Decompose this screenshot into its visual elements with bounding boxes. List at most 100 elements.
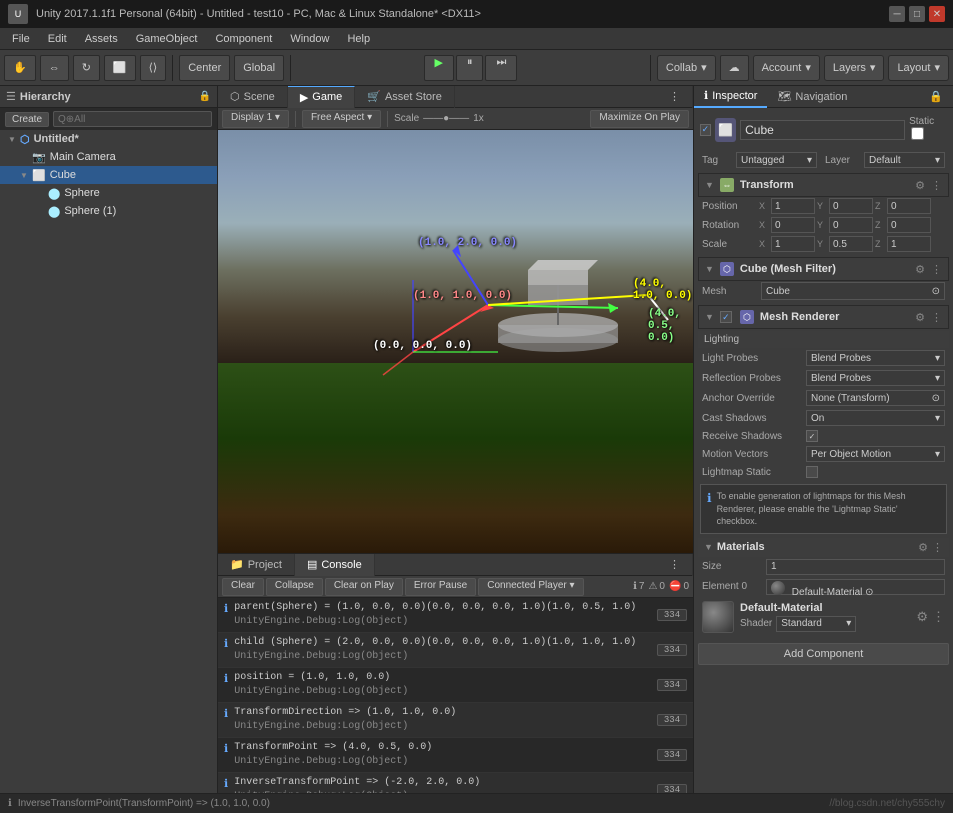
maximize-button[interactable]: □ [909,6,925,22]
rotate-tool[interactable]: ↻ [73,55,100,81]
cloud-button[interactable]: ☁ [720,55,749,81]
console-row[interactable]: ℹ InverseTransformPoint => (-2.0, 2.0, 0… [218,773,693,793]
global-toggle[interactable]: Global [234,55,284,81]
menu-file[interactable]: File [4,31,38,47]
menu-window[interactable]: Window [282,31,337,47]
hierarchy-item-sphere1[interactable]: ⬤ Sphere [0,184,217,202]
scale-slider[interactable]: ——●—— [423,113,469,124]
layer-dropdown[interactable]: Default ▾ [864,152,945,168]
anchor-override-field[interactable]: None (Transform) ⊙ [806,390,945,406]
maximize-button[interactable]: Maximize On Play [590,110,689,128]
menu-edit[interactable]: Edit [40,31,75,47]
lightmap-static-checkbox[interactable] [806,466,818,478]
rotation-x[interactable] [771,217,815,233]
hierarchy-create-button[interactable]: Create [5,112,49,127]
console-row[interactable]: ℹ TransformDirection => (1.0, 1.0, 0.0) … [218,703,693,738]
tab-inspector[interactable]: ℹ Inspector [694,86,767,108]
connected-player-button[interactable]: Connected Player ▾ [478,578,583,596]
object-enabled-checkbox[interactable] [700,124,711,136]
hierarchy-item-maincamera[interactable]: 📷 Main Camera [0,148,217,166]
display-dropdown[interactable]: Display 1 ▾ [222,110,289,128]
console-content[interactable]: ℹ parent(Sphere) = (1.0, 0.0, 0.0)(0.0, … [218,598,693,793]
object-name-field[interactable] [740,120,905,140]
console-row[interactable]: ℹ child (Sphere) = (2.0, 0.0, 0.0)(0.0, … [218,633,693,668]
close-button[interactable]: ✕ [929,6,945,22]
scale-z[interactable] [887,236,931,252]
account-dropdown[interactable]: Account ▾ [753,55,820,81]
hierarchy-lock-icon[interactable]: 🔒 [199,91,211,102]
hierarchy-search-input[interactable] [53,111,212,127]
mesh-select-icon[interactable]: ⊙ [932,286,940,297]
anchor-select-icon[interactable]: ⊙ [932,393,940,404]
material-menu-icon[interactable]: ⋮ [932,609,945,625]
motion-vectors-dropdown[interactable]: Per Object Motion ▾ [806,446,945,462]
error-pause-button[interactable]: Error Pause [405,578,476,596]
menu-component[interactable]: Component [207,31,280,47]
center-toggle[interactable]: Center [179,55,230,81]
hierarchy-item-sphere2[interactable]: ⬤ Sphere (1) [0,202,217,220]
tab-assetstore[interactable]: 🛒 Asset Store [355,86,455,108]
scale-x[interactable] [771,236,815,252]
meshfilter-options[interactable]: ⚙ [915,263,925,276]
size-field[interactable]: 1 [766,559,945,575]
scale-tool[interactable]: ⬜ [104,55,136,81]
tab-scene[interactable]: ⬡ Scene [218,86,288,108]
rotation-y[interactable] [829,217,873,233]
console-row[interactable]: ℹ position = (1.0, 1.0, 0.0) UnityEngine… [218,668,693,703]
minimize-button[interactable]: ─ [889,6,905,22]
inspector-lock[interactable]: 🔒 [919,86,953,108]
hand-tool[interactable]: ✋ [4,55,36,81]
materials-menu[interactable]: ⋮ [932,541,943,554]
hierarchy-item-cube[interactable]: ▼ ⬜ Cube [0,166,217,184]
collab-button[interactable]: Collab ▾ [657,55,716,81]
collapse-button[interactable]: Collapse [266,578,323,596]
mesh-renderer-header[interactable]: ▼ ⬡ Mesh Renderer ⚙ ⋮ [698,305,949,329]
meshfilter-menu[interactable]: ⋮ [931,263,942,276]
menu-help[interactable]: Help [339,31,378,47]
transform-menu[interactable]: ⋮ [931,179,942,192]
tab-options[interactable]: ⋮ [657,86,693,108]
hierarchy-item-untitled[interactable]: ▼ ⬡ Untitled* [0,130,217,148]
materials-options[interactable]: ⚙ [918,541,928,554]
menu-assets[interactable]: Assets [77,31,126,47]
add-component-button[interactable]: Add Component [698,643,949,665]
move-tool[interactable]: ⇔ [40,55,69,81]
mesh-filter-header[interactable]: ▼ ⬡ Cube (Mesh Filter) ⚙ ⋮ [698,257,949,281]
rect-tool[interactable]: ⟨⟩ [140,55,167,81]
scale-y[interactable] [829,236,873,252]
menu-gameobject[interactable]: GameObject [128,31,206,47]
clear-button[interactable]: Clear [222,578,264,596]
mesh-value-field[interactable]: Cube ⊙ [761,282,945,300]
bottom-tab-options[interactable]: ⋮ [657,554,693,576]
transform-component-header[interactable]: ▼ ⇔ Transform ⚙ ⋮ [698,173,949,197]
light-probes-dropdown[interactable]: Blend Probes ▾ [806,350,945,366]
layout-dropdown[interactable]: Layout ▾ [888,55,949,81]
tag-dropdown[interactable]: Untagged ▾ [736,152,817,168]
static-checkbox[interactable] [911,127,924,140]
cast-shadows-dropdown[interactable]: On ▾ [806,410,945,426]
scene-view[interactable]: (0.0, 0.0, 0.0) (1.0, 1.0, 0.0) (1.0, 2.… [218,130,693,553]
clear-on-play-button[interactable]: Clear on Play [325,578,403,596]
tab-navigation[interactable]: 🗺 Navigation [767,86,857,108]
step-button[interactable]: ⏭ [485,55,517,81]
meshrenderer-menu[interactable]: ⋮ [931,311,942,324]
console-row[interactable]: ℹ TransformPoint => (4.0, 0.5, 0.0) Unit… [218,738,693,773]
aspect-dropdown[interactable]: Free Aspect ▾ [302,110,381,128]
play-button[interactable]: ▶ [424,55,454,81]
element0-field[interactable]: Default-Material ⊙ [766,579,945,595]
tab-console[interactable]: ▤ Console [295,554,375,576]
position-x[interactable] [771,198,815,214]
shader-dropdown[interactable]: Standard ▾ [776,616,856,632]
pause-button[interactable]: ⏸ [456,55,484,81]
rotation-z[interactable] [887,217,931,233]
transform-options[interactable]: ⚙ [915,179,925,192]
position-y[interactable] [829,198,873,214]
layers-dropdown[interactable]: Layers ▾ [824,55,885,81]
console-row[interactable]: ℹ parent(Sphere) = (1.0, 0.0, 0.0)(0.0, … [218,598,693,633]
element0-select[interactable]: ⊙ [865,587,873,598]
material-settings-icon[interactable]: ⚙ [916,609,928,625]
meshrenderer-options[interactable]: ⚙ [915,311,925,324]
materials-header[interactable]: ▼ Materials ⚙ ⋮ [698,538,949,557]
position-z[interactable] [887,198,931,214]
receive-shadows-checkbox[interactable] [806,430,818,442]
